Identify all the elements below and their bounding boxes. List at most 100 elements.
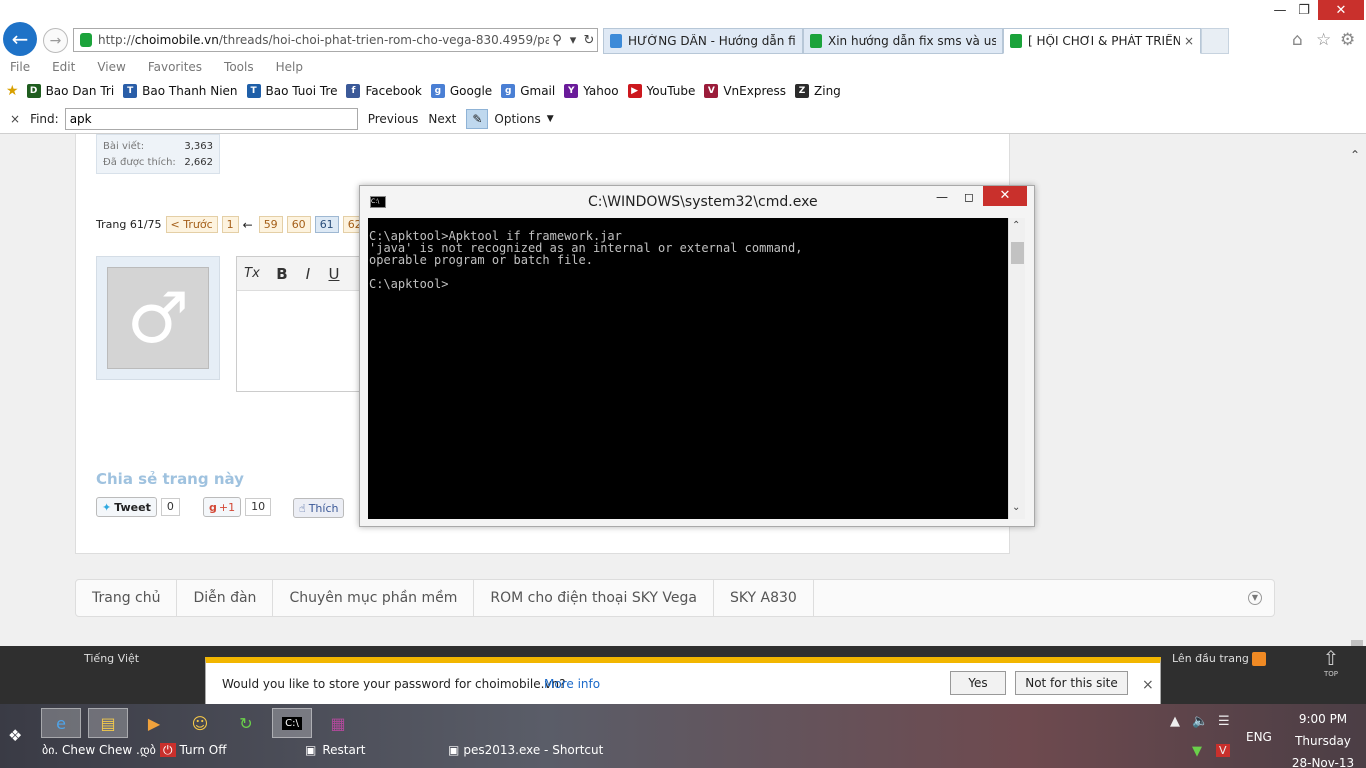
- favorite-link[interactable]: g Gmail: [501, 84, 555, 98]
- fb-like-button[interactable]: ☝ Thích: [293, 498, 345, 518]
- breadcrumb-software[interactable]: Chuyên mục phần mềm: [273, 579, 475, 617]
- tab-xin-huong-dan[interactable]: Xin hướng dẫn fix sms và ussd ...: [803, 28, 1003, 54]
- user-stats: Bài viết: 3,363 Đã được thích: 2,662: [96, 134, 220, 174]
- italic-button[interactable]: I: [297, 263, 319, 285]
- page-link-60[interactable]: 60: [286, 216, 311, 233]
- reply-editor[interactable]: Tx B I U: [236, 256, 367, 392]
- to-top-link[interactable]: Lên đầu trang: [1172, 652, 1249, 665]
- favorite-link[interactable]: V VnExpress: [704, 84, 786, 98]
- download-icon[interactable]: ▼: [1192, 744, 1202, 759]
- home-icon[interactable]: ⌂: [1292, 30, 1303, 50]
- favorites-star-icon[interactable]: ★: [6, 83, 19, 99]
- new-tab-button[interactable]: [1201, 28, 1229, 54]
- breadcrumb-forum[interactable]: Diễn đàn: [177, 579, 274, 617]
- taskbar-explorer-icon[interactable]: ▤: [88, 708, 128, 738]
- menu-edit[interactable]: Edit: [52, 60, 75, 74]
- back-button[interactable]: ←: [3, 22, 37, 56]
- tab-close-icon[interactable]: ×: [1184, 34, 1194, 48]
- menu-favorites[interactable]: Favorites: [148, 60, 202, 74]
- breadcrumb-home[interactable]: Trang chủ: [76, 579, 178, 617]
- windows-start-icon[interactable]: ❖: [8, 726, 22, 745]
- back-to-top-button[interactable]: ⇧ TOP: [1316, 646, 1346, 678]
- more-info-link[interactable]: More info: [544, 677, 600, 691]
- cmd-minimize-button[interactable]: —: [930, 190, 954, 208]
- pes-shortcut[interactable]: ▣ pes2013.exe - Shortcut: [448, 743, 603, 757]
- restart-button[interactable]: ▣ Restart: [305, 743, 365, 757]
- scroll-up-icon[interactable]: ⌃: [1012, 220, 1020, 231]
- taskbar-user[interactable]: ბი. Chew Chew .დბ: [42, 743, 156, 757]
- menu-view[interactable]: View: [97, 60, 125, 74]
- star-icon[interactable]: ☆: [1316, 30, 1331, 50]
- page-skip-arrow[interactable]: ←: [243, 218, 253, 232]
- tab-huong-dan[interactable]: HƯỚNG DẪN - Hướng dẫn fix ...: [603, 28, 803, 54]
- gear-icon[interactable]: ⚙: [1340, 30, 1355, 50]
- page-indicator: Trang 61/75: [96, 218, 162, 231]
- page-link-59[interactable]: 59: [258, 216, 283, 233]
- menu-tools[interactable]: Tools: [224, 60, 254, 74]
- remove-format-button[interactable]: Tx: [241, 263, 263, 285]
- tab-hoi-choi[interactable]: [ HỘI CHƠI & PHÁT TRIỂN ... ×: [1003, 28, 1201, 54]
- forward-button[interactable]: →: [43, 28, 68, 53]
- chevron-down-icon[interactable]: ▾: [565, 33, 581, 48]
- favorite-link[interactable]: ▶ YouTube: [627, 84, 695, 98]
- language-link[interactable]: Tiếng Việt: [84, 652, 139, 665]
- notification-close-icon[interactable]: ×: [1142, 677, 1154, 693]
- taskbar-winrar-icon[interactable]: ▦: [318, 708, 358, 738]
- rss-icon[interactable]: [1252, 652, 1266, 666]
- tweet-button[interactable]: ✦ Tweet: [96, 497, 157, 517]
- page-link-61[interactable]: 61: [314, 216, 339, 233]
- highlight-icon[interactable]: ✎: [466, 109, 489, 129]
- cmd-close-button[interactable]: ✕: [983, 186, 1027, 206]
- breadcrumb-sky-a830[interactable]: SKY A830: [714, 579, 814, 617]
- favorite-link[interactable]: g Google: [430, 84, 492, 98]
- refresh-icon[interactable]: ↻: [581, 33, 597, 48]
- taskbar-cmd-icon[interactable]: C:\: [272, 708, 312, 738]
- cmd-scrollbar[interactable]: ⌃ ⌄: [1008, 218, 1025, 519]
- gplus-button[interactable]: g +1: [203, 497, 242, 517]
- network-icon[interactable]: ☰: [1218, 714, 1230, 729]
- turn-off-button[interactable]: ⏻ Turn Off: [160, 743, 226, 758]
- breadcrumb-rom-vega[interactable]: ROM cho điện thoại SKY Vega: [474, 579, 714, 617]
- find-previous-button[interactable]: Previous: [368, 112, 419, 126]
- tray-expand-icon[interactable]: ▲: [1170, 714, 1180, 729]
- taskbar-ie-icon[interactable]: e: [41, 708, 81, 738]
- favorite-link[interactable]: D Bao Dan Tri: [26, 84, 114, 98]
- taskbar-refresh-icon[interactable]: ↻: [226, 708, 266, 738]
- not-for-site-button[interactable]: Not for this site: [1015, 671, 1128, 695]
- yes-button[interactable]: Yes: [950, 671, 1006, 695]
- address-bar[interactable]: http://choimobile.vn/threads/hoi-choi-ph…: [73, 28, 598, 52]
- favorite-link[interactable]: T Bao Tuoi Tre: [246, 84, 337, 98]
- page-scrollbar[interactable]: ⌃ ⌄: [1347, 134, 1366, 704]
- scroll-up-icon[interactable]: ⌃: [1350, 148, 1360, 162]
- underline-button[interactable]: U: [323, 263, 345, 285]
- find-close-icon[interactable]: ×: [10, 112, 20, 126]
- input-language[interactable]: ENG: [1246, 730, 1272, 744]
- volume-icon[interactable]: 🔈: [1192, 714, 1208, 729]
- favorite-link[interactable]: T Bao Thanh Nien: [123, 84, 238, 98]
- search-icon[interactable]: ⚲: [549, 33, 565, 48]
- page-link-1[interactable]: 1: [221, 216, 239, 233]
- breadcrumb-expand-icon[interactable]: ▼: [1248, 591, 1262, 605]
- system-clock[interactable]: 9:00 PM Thursday 28-Nov-13: [1288, 708, 1358, 768]
- cmd-window[interactable]: C:\ C:\WINDOWS\system32\cmd.exe — ◻ ✕ C:…: [359, 185, 1035, 527]
- favorite-link[interactable]: Y Yahoo: [564, 84, 619, 98]
- avatar[interactable]: ♂: [107, 267, 209, 369]
- scroll-down-icon[interactable]: ⌄: [1012, 502, 1020, 513]
- find-input[interactable]: [64, 108, 358, 130]
- cmd-maximize-button[interactable]: ◻: [957, 190, 981, 208]
- find-next-button[interactable]: Next: [428, 112, 456, 126]
- find-options-button[interactable]: ✎ Options ▼: [466, 109, 554, 129]
- menu-help[interactable]: Help: [276, 60, 303, 74]
- cmd-console-output[interactable]: C:\apktool>Apktool if framework.jar 'jav…: [368, 218, 1008, 519]
- menu-file[interactable]: File: [10, 60, 30, 74]
- favorite-link[interactable]: f Facebook: [346, 84, 422, 98]
- page-prev-button[interactable]: < Trước: [165, 216, 218, 233]
- close-window-button[interactable]: ✕: [1318, 0, 1364, 20]
- taskbar-smiley-icon[interactable]: ☺: [180, 708, 220, 738]
- bold-button[interactable]: B: [271, 263, 293, 285]
- url-text[interactable]: http://choimobile.vn/threads/hoi-choi-ph…: [98, 33, 549, 47]
- favorite-link[interactable]: Z Zing: [795, 84, 841, 98]
- taskbar-media-icon[interactable]: ▶: [134, 708, 174, 738]
- cmd-scroll-thumb[interactable]: [1011, 242, 1024, 264]
- antivirus-icon[interactable]: V: [1216, 744, 1230, 757]
